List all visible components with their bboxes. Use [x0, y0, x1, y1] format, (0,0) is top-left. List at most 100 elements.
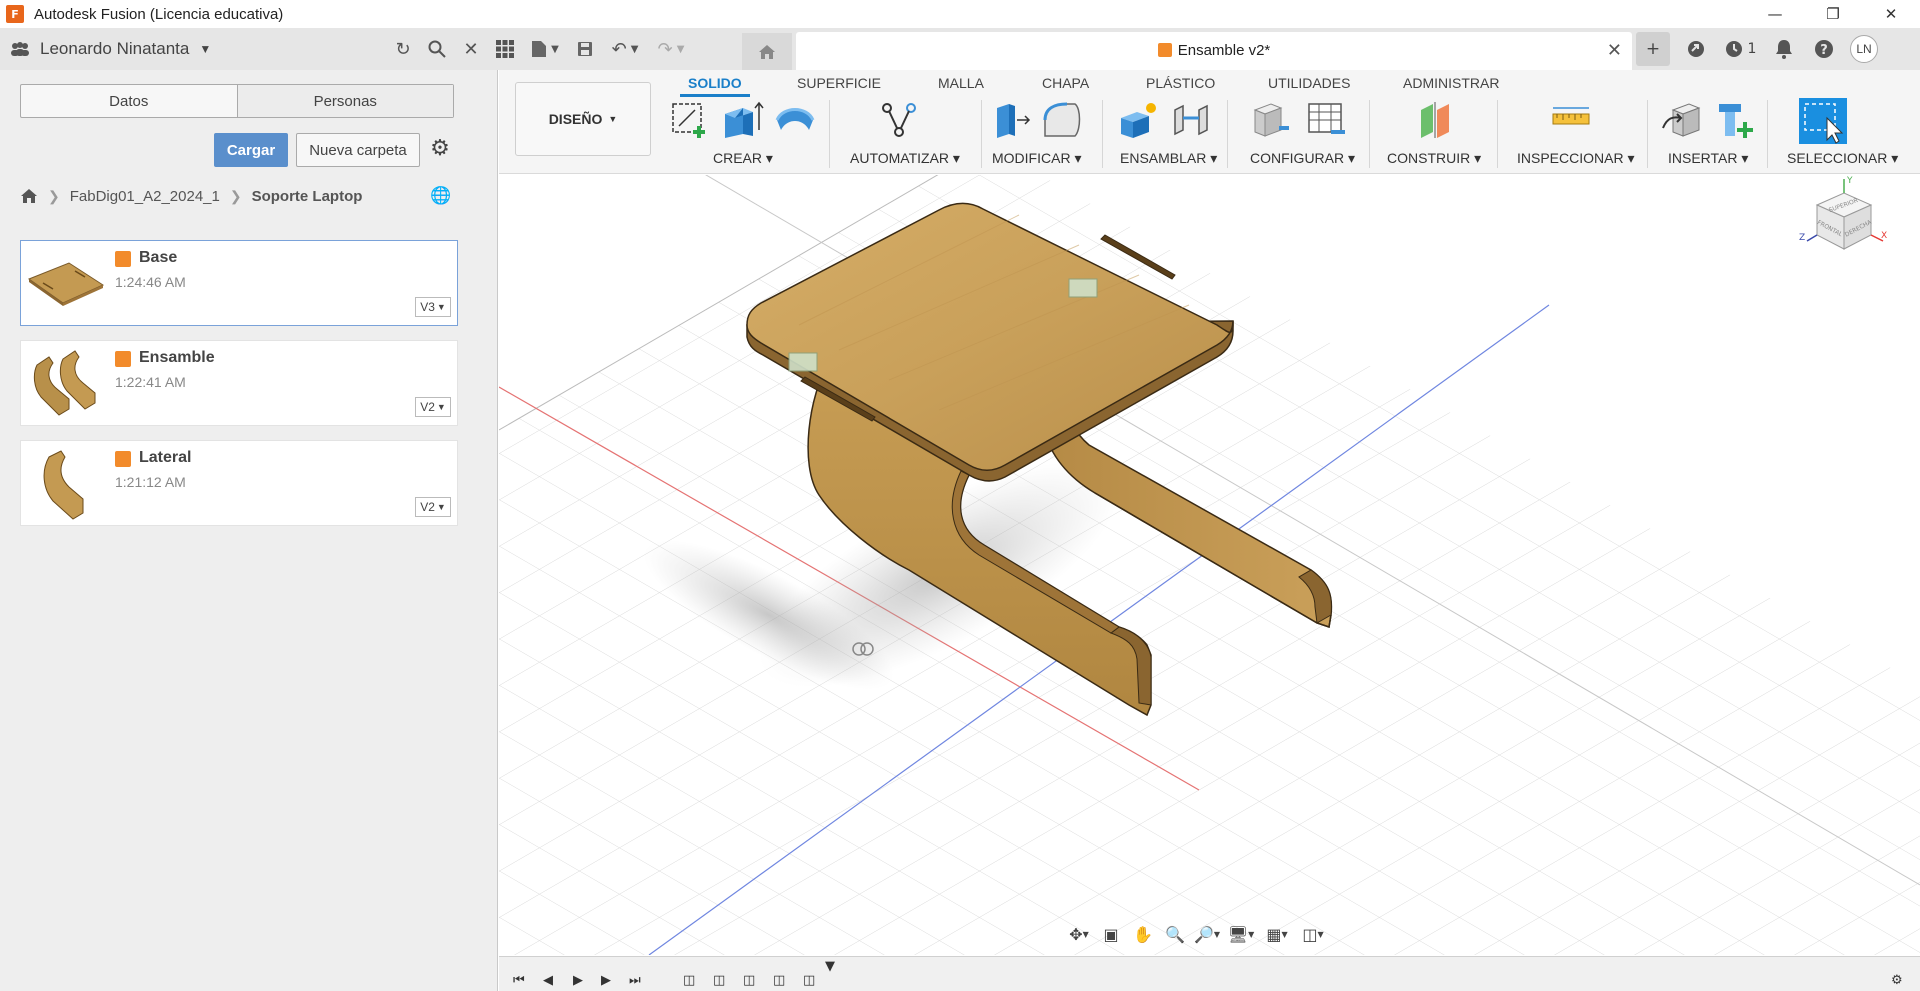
configure-table-icon[interactable] — [1305, 100, 1349, 140]
breadcrumb-project[interactable]: FabDig01_A2_2024_1 — [70, 188, 220, 205]
tab-administrar[interactable]: ADMINISTRAR — [1403, 75, 1499, 91]
new-tab-button[interactable]: + — [1636, 32, 1670, 66]
user-name: Leonardo Ninatanta — [40, 39, 190, 58]
group-inspeccionar[interactable]: INSPECCIONAR ▾ — [1517, 150, 1635, 167]
fusion-logo-icon: F — [6, 5, 24, 23]
tab-datos[interactable]: Datos — [21, 85, 237, 117]
pan-icon[interactable]: ✋ — [1127, 921, 1159, 947]
globe-icon[interactable]: 🌐 — [430, 186, 451, 206]
group-construir[interactable]: CONSTRUIR ▾ — [1387, 150, 1481, 167]
construct-plane-icon[interactable] — [1413, 100, 1457, 140]
grid-settings-icon[interactable]: ▦ ▼ — [1259, 921, 1295, 947]
new-component-icon[interactable] — [1117, 100, 1161, 140]
job-status-button[interactable]: 1 — [1716, 32, 1764, 66]
create-sketch-icon[interactable] — [669, 100, 713, 140]
zoom-icon[interactable]: 🔍 — [1159, 921, 1191, 947]
go-to-end-icon[interactable]: ⏭ — [629, 973, 641, 988]
list-item[interactable]: Ensamble 1:22:41 AM V2 ▼ — [20, 340, 458, 426]
version-dropdown[interactable]: V2 ▼ — [415, 497, 451, 517]
group-ensamblar[interactable]: ENSAMBLAR ▾ — [1120, 150, 1217, 167]
group-label: CONFIGURAR — [1250, 150, 1345, 166]
group-configurar[interactable]: CONFIGURAR ▾ — [1250, 150, 1355, 167]
tab-superficie[interactable]: SUPERFICIE — [797, 75, 881, 91]
go-to-start-icon[interactable]: ⏮ — [513, 973, 525, 988]
file-name: Ensamble — [139, 349, 215, 366]
timeline-feature-icon[interactable]: ◫ — [803, 973, 815, 988]
fit-icon[interactable]: 🔎 ▼ — [1191, 921, 1223, 947]
group-modificar[interactable]: MODIFICAR ▾ — [992, 150, 1081, 167]
gear-icon[interactable]: ⚙ — [428, 136, 452, 164]
tab-malla[interactable]: MALLA — [938, 75, 984, 91]
component-icon — [115, 251, 131, 267]
extrude-icon[interactable] — [721, 100, 765, 140]
group-label: INSPECCIONAR — [1517, 150, 1624, 166]
step-back-icon[interactable]: ◀ — [543, 973, 553, 988]
user-menu[interactable]: Leonardo Ninatanta ▼ — [10, 28, 211, 70]
new-folder-button[interactable]: Nueva carpeta — [296, 133, 420, 167]
document-tab[interactable]: Ensamble v2* ✕ — [796, 32, 1632, 70]
timeline-feature-icon[interactable]: ◫ — [773, 973, 785, 988]
home-icon[interactable] — [20, 188, 38, 204]
restore-button[interactable]: ❐ — [1804, 0, 1862, 28]
group-automatizar[interactable]: AUTOMATIZAR ▾ — [850, 150, 960, 167]
select-icon[interactable] — [1799, 98, 1847, 144]
insert-derive-icon[interactable] — [1661, 100, 1705, 140]
notifications-icon[interactable] — [1764, 32, 1804, 66]
automate-icon[interactable] — [877, 100, 921, 140]
avatar[interactable]: LN — [1850, 35, 1878, 63]
undo-icon[interactable]: ↶ ▼ — [602, 34, 648, 64]
team-icon — [11, 42, 29, 56]
tab-utilidades[interactable]: UTILIDADES — [1268, 75, 1350, 91]
tab-personas[interactable]: Personas — [236, 85, 453, 117]
close-window-button[interactable]: ✕ — [1862, 0, 1920, 28]
close-tab-icon[interactable]: ✕ — [1607, 40, 1622, 61]
upload-button[interactable]: Cargar — [214, 133, 288, 167]
tab-solido[interactable]: SOLIDO — [680, 75, 750, 97]
model-canvas[interactable] — [499, 175, 1920, 955]
list-item[interactable]: Lateral 1:21:12 AM V2 ▼ — [20, 440, 458, 526]
extensions-icon[interactable] — [1676, 32, 1716, 66]
tab-chapa[interactable]: CHAPA — [1042, 75, 1089, 91]
settings-icon[interactable]: ⚙ — [1891, 973, 1903, 988]
help-icon[interactable]: ? — [1804, 32, 1844, 66]
viewports-icon[interactable]: ◫ ▼ — [1295, 921, 1331, 947]
measure-icon[interactable] — [1549, 100, 1593, 140]
timeline-feature-icon[interactable]: ◫ — [743, 973, 755, 988]
look-at-icon[interactable]: ▣ — [1095, 921, 1127, 947]
save-icon[interactable] — [568, 34, 602, 64]
refresh-icon[interactable]: ↻ — [386, 34, 420, 64]
press-pull-icon[interactable] — [991, 100, 1035, 140]
version-dropdown[interactable]: V2 ▼ — [415, 397, 451, 417]
minimize-button[interactable]: — — [1746, 0, 1804, 28]
revolve-icon[interactable] — [773, 100, 817, 140]
data-panel-tabs: Datos Personas — [20, 84, 454, 118]
search-icon[interactable] — [420, 34, 454, 64]
display-settings-icon[interactable]: 🖥 ▼ — [1223, 921, 1259, 947]
close-panel-icon[interactable]: ✕ — [454, 34, 488, 64]
play-icon[interactable]: ▶ — [573, 973, 583, 988]
insert-mcmaster-icon[interactable] — [1713, 100, 1757, 140]
separator — [1767, 100, 1768, 168]
parameters-icon[interactable] — [1251, 100, 1295, 140]
redo-icon[interactable]: ↷ ▼ — [648, 34, 694, 64]
timeline-feature-icon[interactable]: ◫ — [713, 973, 725, 988]
list-item[interactable]: Base 1:24:46 AM V3 ▼ — [20, 240, 458, 326]
file-menu-icon[interactable]: ▼ — [522, 34, 568, 64]
tab-plastico[interactable]: PLÁSTICO — [1146, 75, 1215, 91]
step-forward-icon[interactable]: ▶ — [601, 973, 611, 988]
app-grid-icon[interactable] — [488, 34, 522, 64]
group-insertar[interactable]: INSERTAR ▾ — [1668, 150, 1748, 167]
timeline-feature-icon[interactable]: ◫ — [683, 973, 695, 988]
canvas-viewport[interactable]: SUPERIOR FRONTAL DERECHA Y X Z — [499, 175, 1920, 955]
view-cube[interactable]: SUPERIOR FRONTAL DERECHA Y X Z — [1799, 175, 1889, 265]
group-crear[interactable]: CREAR ▾ — [713, 150, 773, 167]
timeline-marker-icon[interactable]: ▼ — [825, 959, 835, 974]
group-seleccionar[interactable]: SELECCIONAR ▾ — [1787, 150, 1898, 167]
version-dropdown[interactable]: V3 ▼ — [415, 297, 451, 317]
joint-icon[interactable] — [1169, 100, 1213, 140]
orbit-icon[interactable]: ✥ ▼ — [1063, 921, 1095, 947]
fillet-icon[interactable] — [1041, 100, 1085, 140]
workspace-switcher[interactable]: DISEÑO ▼ — [515, 82, 651, 156]
home-tab[interactable] — [742, 33, 792, 70]
file-thumbnail — [43, 450, 84, 520]
